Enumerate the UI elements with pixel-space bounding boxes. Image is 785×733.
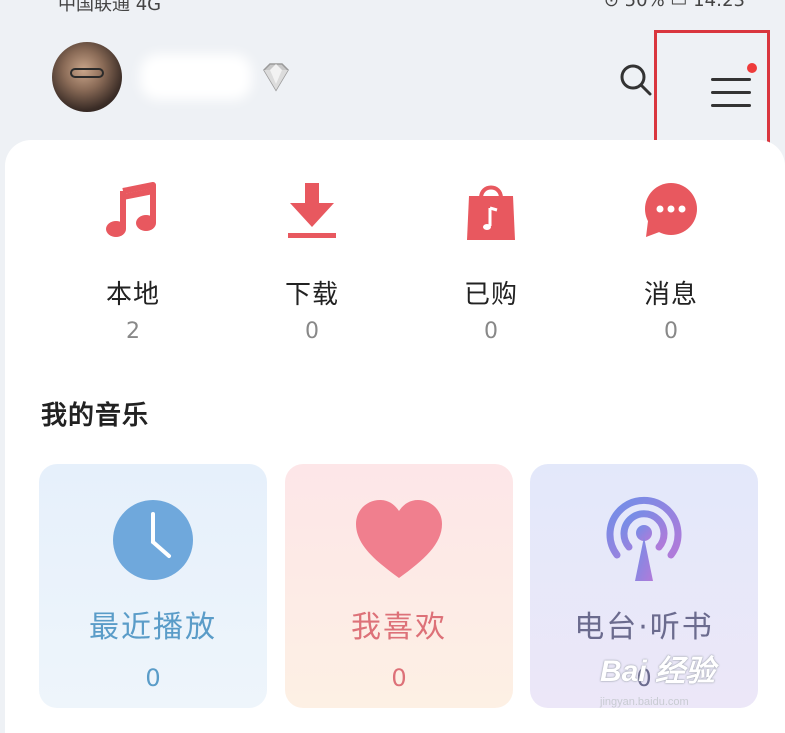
menu-button[interactable] (654, 30, 770, 152)
quick-item-count: 0 (484, 319, 498, 344)
watermark-logo: Bai 经验 (600, 655, 716, 688)
search-button[interactable] (612, 56, 660, 104)
quick-actions-row: 本地 2 下载 0 已购 0 消息 0 (5, 140, 785, 370)
main-card: 本地 2 下载 0 已购 0 消息 0 我的音乐 最近播放 0 我喜欢 0 电台… (5, 140, 785, 733)
download-icon (282, 178, 342, 244)
baidu-jingyan-watermark: Bai 经验 jingyan.baidu.com (600, 646, 770, 716)
quick-item-messages[interactable]: 消息 0 (601, 178, 741, 348)
diamond-icon[interactable] (256, 58, 296, 98)
tile-liked[interactable]: 我喜欢 0 (285, 464, 513, 708)
quick-item-download[interactable]: 下载 0 (242, 178, 382, 348)
quick-item-count: 0 (305, 319, 319, 344)
watermark-url: jingyan.baidu.com (600, 696, 689, 708)
quick-item-local[interactable]: 本地 2 (63, 178, 203, 348)
tile-label: 最近播放 (89, 610, 217, 645)
avatar[interactable] (52, 42, 122, 112)
music-note-icon (103, 178, 163, 244)
quick-item-count: 2 (126, 319, 140, 344)
tile-recently-played[interactable]: 最近播放 0 (39, 464, 267, 708)
clock-icon (105, 492, 201, 588)
search-icon (620, 64, 652, 96)
section-title-my-music: 我的音乐 (41, 401, 150, 431)
notification-dot (747, 63, 757, 73)
hamburger-menu-icon (711, 78, 751, 108)
heart-icon (351, 492, 447, 588)
quick-item-purchased[interactable]: 已购 0 (421, 178, 561, 348)
carrier-text: 中国联通 4G (58, 0, 162, 14)
avatar-photo (70, 68, 104, 78)
quick-item-label: 下载 (284, 280, 339, 310)
radio-tower-icon (596, 492, 692, 588)
tile-count: 0 (145, 664, 161, 692)
quick-item-label: 本地 (105, 280, 160, 310)
tile-label: 电台·听书 (574, 610, 714, 645)
status-icons-text: ⊙ 50% ▭ 14:23 (603, 0, 745, 11)
status-bar: 中国联通 4G ⊙ 50% ▭ 14:23 (0, 0, 785, 14)
username-redacted (140, 54, 252, 100)
quick-item-label: 消息 (643, 280, 698, 310)
chat-bubble-icon (641, 178, 701, 244)
tile-count: 0 (391, 664, 407, 692)
quick-item-label: 已购 (463, 280, 518, 310)
tile-label: 我喜欢 (351, 610, 447, 645)
quick-item-count: 0 (664, 319, 678, 344)
shopping-bag-icon (461, 178, 521, 244)
profile-header (0, 14, 785, 152)
